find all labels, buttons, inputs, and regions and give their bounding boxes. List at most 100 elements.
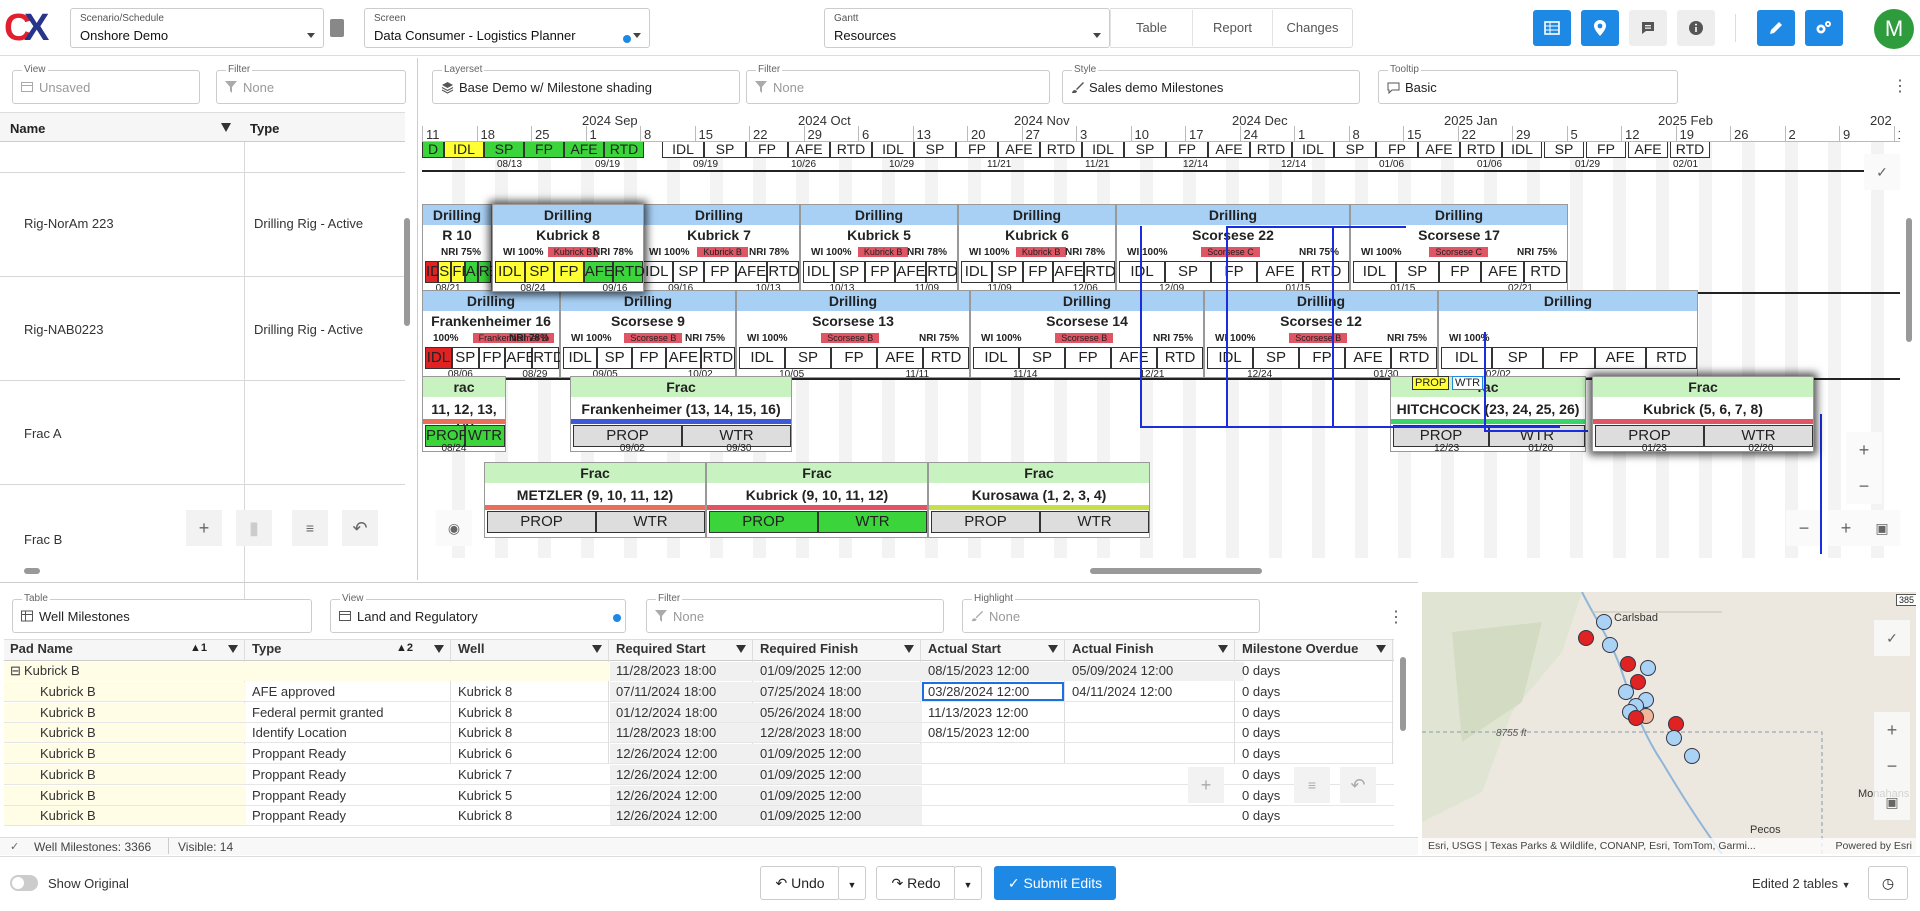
milestone-cell[interactable]: IDL (662, 142, 704, 158)
milestone-cell[interactable]: FP (746, 142, 788, 158)
frac-card[interactable]: Frac METZLER (9, 10, 11, 12) PROP WTR (484, 462, 706, 538)
table-cell[interactable]: Proppant Ready (252, 808, 346, 823)
table-cell[interactable]: 04/11/2024 12:00 (1072, 684, 1172, 699)
filter-icon[interactable] (592, 645, 602, 653)
milestone-cell[interactable]: AFE (1053, 261, 1085, 283)
table-vertical-scrollbar[interactable] (1400, 657, 1406, 731)
milestone-cell[interactable]: RTD (1670, 142, 1710, 158)
milestone-cell[interactable]: RTD (1460, 142, 1502, 158)
milestone-cell[interactable]: SP (1492, 347, 1544, 369)
milestone-cell[interactable]: IDL (495, 261, 525, 283)
milestone-cell[interactable]: RTD (477, 261, 509, 283)
col-header[interactable]: Actual Start (928, 641, 1001, 661)
milestone-cell[interactable]: FP (1166, 142, 1208, 158)
milestone-cell[interactable]: FP (1586, 142, 1626, 158)
comment-button[interactable] (1629, 10, 1667, 46)
checklist-icon[interactable]: ✓ (1864, 154, 1900, 190)
drilling-card[interactable]: Drilling Kubrick 8 WI 100% Kubrick B NRI 78%… (492, 204, 645, 294)
table-cell[interactable]: 0 days (1242, 705, 1280, 720)
table-cell[interactable]: Kubrick 5 (458, 788, 512, 803)
well-marker[interactable] (1596, 614, 1612, 630)
vertical-scrollbar[interactable] (404, 218, 410, 326)
table-cell[interactable]: 01/09/2025 12:00 (760, 788, 861, 803)
frac-card[interactable]: rac11, 12, 13, 14)PROPWTR08/24 (422, 376, 506, 454)
milestone-cell[interactable]: AFE (788, 142, 830, 158)
collapse-icon[interactable]: ⊟ (10, 663, 21, 679)
milestone-cell[interactable]: AFE (505, 347, 536, 369)
table-cell[interactable]: Kubrick B (40, 767, 96, 782)
zoom-in-icon[interactable]: + (1874, 712, 1910, 748)
tooltip-select[interactable]: Tooltip Basic (1378, 64, 1678, 104)
milestone-cell[interactable]: AFE (1628, 142, 1668, 158)
well-marker[interactable] (1578, 630, 1594, 646)
list-item[interactable]: Rig-NorAm 223 (24, 216, 114, 231)
tab-report[interactable]: Report (1192, 10, 1272, 46)
well-marker[interactable] (1620, 656, 1636, 672)
milestone-cell[interactable]: AFE (564, 142, 604, 158)
style-select[interactable]: Style Sales demo Milestones (1062, 64, 1360, 104)
milestone-cell[interactable]: AFE (1481, 261, 1525, 283)
drilling-card[interactable]: Drilling Kubrick 5 WI 100% Kubrick B NRI 78%… (800, 204, 958, 294)
milestone-cell[interactable]: FP (1065, 347, 1111, 369)
milestone-cell[interactable]: RTD (830, 142, 872, 158)
milestone-cell[interactable]: FP (831, 347, 877, 369)
milestone-cell[interactable]: IDL (641, 261, 673, 283)
drilling-card[interactable]: Drilling Kubrick 7 WI 100% Kubrick B NRI 78%… (638, 204, 800, 294)
edited-tables-dropdown[interactable]: Edited 2 tables ▼ (1752, 876, 1851, 891)
gantt-filter-field[interactable]: Filter None (746, 64, 1050, 104)
filter-icon[interactable] (1376, 645, 1386, 653)
milestone-cell[interactable]: SP (438, 261, 459, 283)
milestone-cell[interactable]: RTD (613, 261, 645, 283)
milestone-cell[interactable]: FP (1376, 142, 1418, 158)
milestone-cell[interactable]: PROP (931, 511, 1040, 533)
milestone-cell[interactable]: SP (1165, 261, 1211, 283)
selected-cell[interactable] (922, 682, 1064, 701)
table-cell[interactable]: Federal permit granted (252, 705, 384, 720)
milestone-cell[interactable]: IDL (739, 347, 785, 369)
milestone-cell[interactable]: SP (833, 261, 865, 283)
milestone-cell[interactable]: WTR (465, 425, 505, 447)
col-header[interactable]: Milestone Overdue (1242, 641, 1358, 661)
filter-icon[interactable] (434, 645, 444, 653)
milestone-cell[interactable]: IDL (973, 347, 1019, 369)
drilling-card[interactable]: Drilling Scorsese 13 WI 100% Scorsese B NRI … (736, 290, 970, 380)
milestone-cell[interactable]: AFE (1594, 347, 1646, 369)
milestone-cell[interactable]: AFE (666, 347, 701, 369)
undo-button[interactable]: ↶ Undo (760, 866, 840, 900)
undo-icon[interactable]: ↶ (342, 510, 378, 546)
milestone-cell[interactable]: AFE (583, 261, 614, 283)
milestone-cell[interactable]: SP (524, 261, 555, 283)
milestone-cell[interactable]: RTD (700, 347, 735, 369)
more-options-icon[interactable]: ⋮ (1388, 607, 1404, 627)
zoom-out-icon[interactable]: − (1874, 748, 1910, 784)
table-cell[interactable]: 01/09/2025 12:00 (760, 767, 861, 782)
horizontal-scrollbar[interactable] (24, 568, 40, 574)
gantt-select[interactable]: Gantt Resources (824, 8, 1110, 48)
filter-icon[interactable] (1218, 645, 1228, 653)
table-cell[interactable]: Proppant Ready (252, 746, 346, 761)
milestone-cell[interactable]: RTD (1250, 142, 1292, 158)
milestone-cell[interactable]: FP (524, 142, 564, 158)
more-options-icon[interactable]: ⋮ (1892, 76, 1908, 96)
milestone-cell[interactable]: IDL (425, 261, 449, 283)
milestone-cell[interactable]: SP (451, 347, 479, 369)
highlight-field[interactable]: Highlight None (962, 593, 1260, 633)
table-cell[interactable]: 12/26/2024 12:00 (616, 788, 717, 803)
milestone-cell[interactable]: IDL (1502, 142, 1542, 158)
group-row-label[interactable]: Kubrick B (24, 663, 80, 678)
table-cell[interactable]: Proppant Ready (252, 788, 346, 803)
table-cell[interactable]: 0 days (1242, 788, 1280, 803)
milestone-cell[interactable]: FP (554, 261, 584, 283)
milestone-cell[interactable]: RTD (1084, 261, 1116, 283)
checklist-icon[interactable]: ✓ (1874, 620, 1910, 656)
milestone-cell[interactable]: AFE (464, 261, 495, 283)
info-button[interactable] (1677, 10, 1715, 46)
table-cell[interactable]: 01/09/2025 12:00 (760, 808, 861, 823)
compass-icon[interactable]: ◉ (436, 510, 472, 546)
drilling-card[interactable]: DrillingR 10NRI 75%IDLSPFPAFERTD08/21 (422, 204, 509, 294)
filter-icon[interactable] (736, 645, 746, 653)
milestone-cell[interactable]: AFE (735, 261, 768, 283)
col-header-type[interactable]: Type (250, 121, 279, 136)
milestone-cell[interactable]: RTD (1303, 261, 1349, 283)
milestone-cell[interactable]: SP (785, 347, 831, 369)
